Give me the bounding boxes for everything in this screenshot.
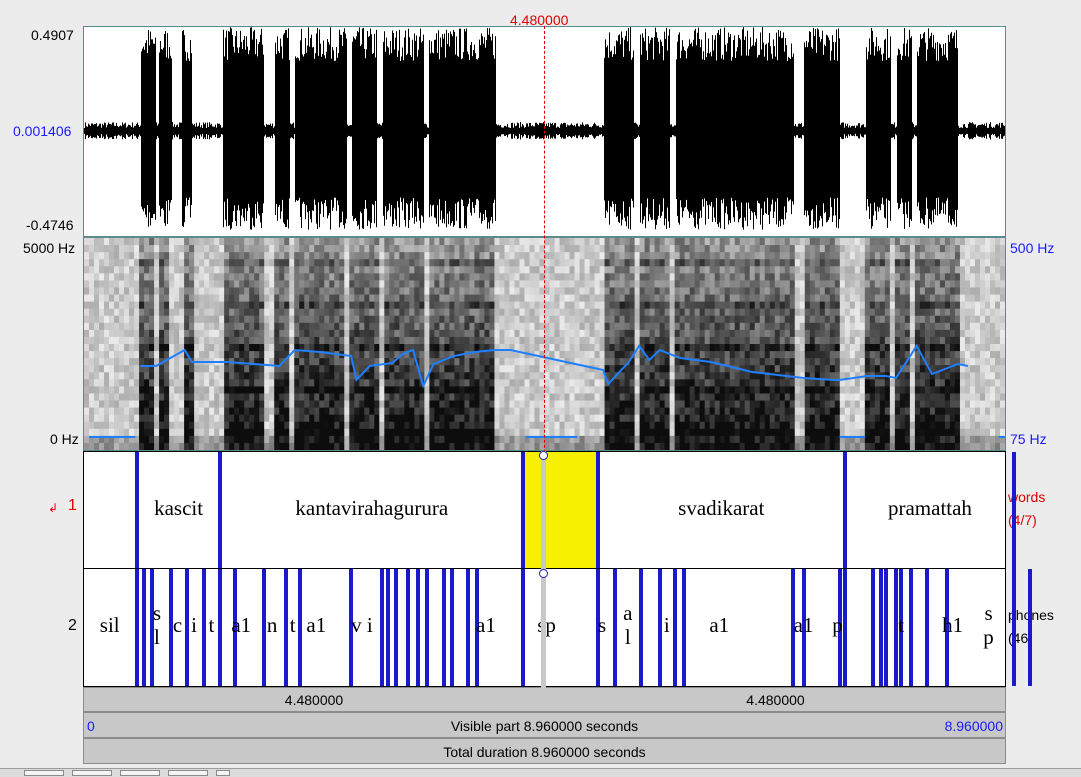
interval-boundary[interactable] [202,569,206,686]
interval-boundary[interactable] [871,569,875,686]
interval-boundary[interactable] [406,569,410,686]
phone-label[interactable]: h1 [942,613,963,638]
interval-boundary[interactable] [658,569,662,686]
word-label[interactable]: kascit [154,496,203,521]
phone-label[interactable]: a1 [794,613,814,638]
spectrogram-top-freq: 5000 Hz [23,240,75,256]
word-label[interactable]: svadikarat [678,496,764,521]
interval-boundary[interactable] [380,569,384,686]
interval-boundary[interactable] [909,569,913,686]
bottom-tab[interactable] [216,770,230,776]
visible-end-label: 8.960000 [945,713,1003,739]
phone-label[interactable]: a1 [306,613,326,638]
interval-boundary[interactable] [925,569,929,686]
visible-part-bar[interactable]: 0 Visible part 8.960000 seconds 8.960000 [83,712,1006,738]
interval-boundary[interactable] [1012,452,1016,569]
waveform-plot [84,27,1005,236]
interval-boundary[interactable] [135,569,139,686]
phone-label[interactable]: a [623,601,632,626]
phone-label[interactable]: a1 [709,613,729,638]
phone-label[interactable]: t [898,613,904,638]
bottom-tab[interactable] [72,770,112,776]
waveform-min-label: -0.4746 [26,217,73,233]
interval-boundary[interactable] [185,569,189,686]
phone-label[interactable]: a1 [476,613,496,638]
word-label[interactable]: kantavirahagurura [295,496,448,521]
cursor-handle[interactable] [539,451,548,460]
waveform-zero-label: 0.001406 [13,123,71,139]
pitch-bottom-label: 75 Hz [1010,431,1047,447]
spectrogram-bottom-freq: 0 Hz [50,431,79,447]
phone-label[interactable]: p [832,613,843,638]
interval-boundary[interactable] [218,452,222,569]
phone-label[interactable]: p [983,625,994,650]
phone-label[interactable]: i [664,613,670,638]
phone-label[interactable]: s [153,601,161,626]
phone-label[interactable]: c [173,613,182,638]
total-duration-bar[interactable]: Total duration 8.960000 seconds [83,738,1006,764]
phone-label[interactable]: sil [100,613,120,638]
interval-boundary[interactable] [262,569,266,686]
cursor-tier-marker [541,451,546,711]
tier1-speaker-icon[interactable]: ↲ [48,500,58,516]
interval-boundary[interactable] [442,569,446,686]
interval-boundary[interactable] [521,452,525,569]
interval-boundary[interactable] [135,452,139,569]
left-half-bar[interactable]: 4.480000 [83,687,545,712]
phone-label[interactable]: s [984,601,992,626]
interval-boundary[interactable] [1012,569,1016,686]
phone-label[interactable]: i [367,613,373,638]
interval-boundary[interactable] [142,569,146,686]
right-half-bar[interactable]: 4.480000 [545,687,1006,712]
phone-label[interactable]: s [598,613,606,638]
interval-boundary[interactable] [284,569,288,686]
interval-boundary[interactable] [521,569,525,686]
word-label[interactable]: pramattah [888,496,972,521]
interval-boundary[interactable] [879,569,883,686]
pitch-top-label: 500 Hz [1010,240,1054,256]
interval-boundary[interactable] [416,569,420,686]
waveform-trace [85,27,1005,230]
bottom-tab[interactable] [24,770,64,776]
tier2-number[interactable]: 2 [68,618,77,634]
bottom-tab[interactable] [120,770,160,776]
visible-start-label: 0 [87,713,95,739]
cursor-handle[interactable] [539,569,548,578]
bottom-tab[interactable] [168,770,208,776]
waveform-panel[interactable] [83,26,1006,237]
spectrogram-panel[interactable] [83,237,1006,451]
interval-boundary[interactable] [596,452,600,569]
interval-boundary[interactable] [884,569,888,686]
interval-boundary[interactable] [639,569,643,686]
interval-boundary[interactable] [673,569,677,686]
visible-part-label: Visible part 8.960000 seconds [451,718,638,734]
phone-label[interactable]: l [625,625,631,650]
tier1-number[interactable]: 1 [68,498,77,514]
selected-interval[interactable] [523,452,598,569]
interval-boundary[interactable] [298,569,302,686]
spectrogram-plot [84,238,1005,450]
phone-label[interactable]: n [267,613,278,638]
interval-boundary[interactable] [613,569,617,686]
phone-label[interactable]: t [209,613,215,638]
phone-label[interactable]: l [154,625,160,650]
interval-boundary[interactable] [843,569,847,686]
phone-label[interactable]: v [351,613,362,638]
interval-boundary[interactable] [394,569,398,686]
interval-boundary[interactable] [425,569,429,686]
interval-boundary[interactable] [466,569,470,686]
phone-label[interactable]: t [290,613,296,638]
interval-boundary[interactable] [843,452,847,569]
waveform-max-label: 0.4907 [31,27,74,43]
interval-boundary[interactable] [218,569,222,686]
phone-label[interactable]: a1 [231,613,251,638]
interval-boundary[interactable] [1028,569,1032,686]
interval-boundary[interactable] [450,569,454,686]
interval-boundary[interactable] [682,569,686,686]
interval-boundary[interactable] [386,569,390,686]
phone-label[interactable]: i [191,613,197,638]
spectrogram-cells [84,238,1005,450]
